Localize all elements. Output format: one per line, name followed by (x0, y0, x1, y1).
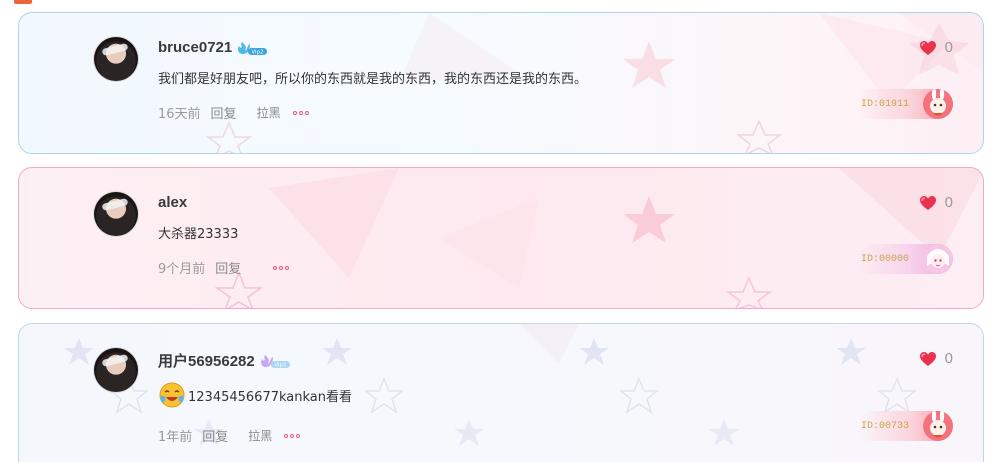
more-options-icon[interactable] (292, 110, 309, 115)
reply-button[interactable]: 回复 (202, 426, 228, 445)
heart-icon (919, 195, 936, 210)
svg-text:Vip1: Vip1 (274, 362, 286, 368)
bunny-character-icon (923, 89, 953, 119)
username[interactable]: alex (158, 194, 187, 211)
crying-laughing-emoji (159, 382, 185, 408)
comment-text-body: 12345456677kankan看看 (188, 389, 352, 405)
avatar[interactable] (94, 37, 138, 81)
comment-card: alex 大杀器23333 9个月前 回复 0 ID:00000 (18, 167, 984, 309)
more-options-icon[interactable] (284, 433, 301, 438)
comment-card: bruce0721 Vip2 我们都是好朋友吧，所以你的东西就是我的东西，我的东… (18, 12, 984, 154)
top-accent-mark (14, 0, 32, 4)
reply-button[interactable]: 回复 (215, 258, 241, 277)
anime-girl-character-icon (923, 244, 953, 274)
comment-card: 用户56956282 Vip1 12345456677kankan看看 1年前 … (18, 323, 984, 462)
like-button[interactable]: 0 (919, 350, 953, 367)
comment-text: 我们都是好朋友吧，所以你的东西就是我的东西，我的东西还是我的东西。 (158, 68, 587, 87)
username[interactable]: 用户56956282 (158, 350, 255, 371)
bunny-character-icon (923, 411, 953, 441)
block-button[interactable]: 拉黑 (257, 104, 281, 121)
user-id-badge: ID:00733 (857, 411, 953, 441)
comment-text-body: 我们都是好朋友吧，所以你的东西就是我的东西，我的东西还是我的东西。 (158, 72, 588, 87)
like-count: 0 (944, 350, 953, 367)
heart-icon (919, 351, 936, 366)
like-count: 0 (944, 39, 953, 56)
like-count: 0 (944, 194, 953, 211)
user-id-badge: ID:01911 (857, 89, 953, 119)
user-id-badge: ID:00000 (857, 244, 953, 274)
vip-badge-icon: Vip2 (236, 40, 268, 56)
reply-button[interactable]: 回复 (211, 103, 237, 122)
user-id-label: ID:00733 (861, 420, 910, 432)
comment-time: 1年前 (158, 430, 193, 445)
comment-text: 大杀器23333 (158, 223, 238, 242)
username[interactable]: bruce0721 (158, 39, 232, 56)
like-button[interactable]: 0 (919, 39, 953, 56)
comment-time: 16天前 (158, 107, 201, 122)
like-button[interactable]: 0 (919, 194, 953, 211)
user-id-label: ID:00000 (861, 253, 910, 265)
comment-time: 9个月前 (158, 262, 206, 277)
comment-text-body: 大杀器23333 (158, 227, 239, 242)
avatar[interactable] (94, 348, 138, 392)
avatar[interactable] (94, 192, 138, 236)
svg-text:Vip2: Vip2 (252, 49, 264, 55)
comment-text: 12345456677kankan看看 (158, 381, 352, 409)
more-options-icon[interactable] (273, 265, 290, 270)
user-id-label: ID:01911 (861, 98, 910, 110)
vip-badge-icon: Vip1 (259, 353, 291, 369)
heart-icon (919, 40, 936, 55)
block-button[interactable]: 拉黑 (248, 427, 272, 444)
